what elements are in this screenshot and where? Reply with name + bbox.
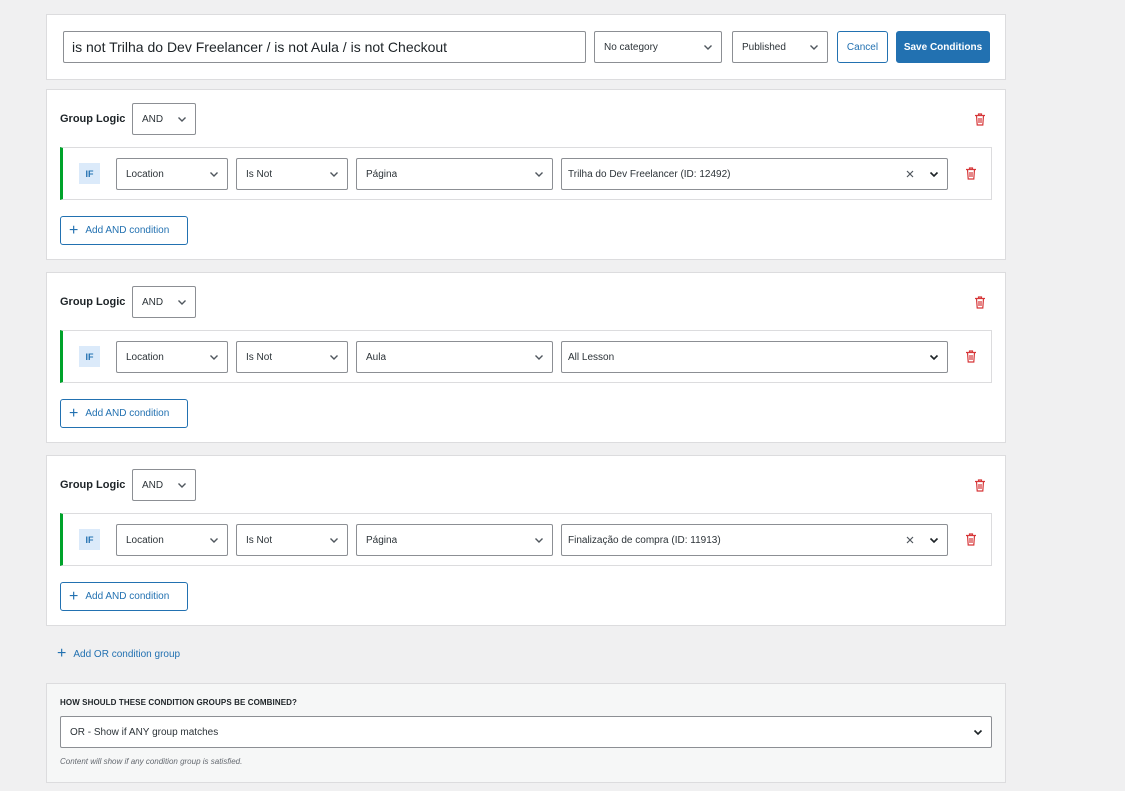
status-select-value: Published <box>742 41 786 53</box>
condition-value-text: Trilha do Dev Freelancer (ID: 12492) <box>568 168 731 180</box>
delete-condition-trash-icon[interactable] <box>965 533 977 546</box>
condition-type-select[interactable]: Página <box>356 158 553 190</box>
condition-group: Group Logic AND IF Location Is Not Págin… <box>46 455 1006 626</box>
add-and-condition-button[interactable]: + Add AND condition <box>60 399 188 428</box>
condition-field-select[interactable]: Location <box>116 524 228 556</box>
condition-field-value: Location <box>126 168 164 180</box>
if-badge: IF <box>79 346 100 367</box>
combine-groups-heading: HOW SHOULD THESE CONDITION GROUPS BE COM… <box>60 698 298 707</box>
add-and-condition-label: Add AND condition <box>85 408 170 419</box>
chevron-down-icon <box>210 172 218 177</box>
add-or-condition-group-button[interactable]: + Add OR condition group <box>57 645 180 663</box>
group-logic-select[interactable]: AND <box>132 103 196 135</box>
condition-value-text: All Lesson <box>568 351 615 363</box>
group-logic-select[interactable]: AND <box>132 469 196 501</box>
condition-value-select[interactable]: Finalização de compra (ID: 11913) <box>561 524 948 556</box>
condition-field-select[interactable]: Location <box>116 341 228 373</box>
chevron-down-icon <box>330 538 338 543</box>
add-and-condition-button[interactable]: + Add AND condition <box>60 216 188 245</box>
condition-field-select[interactable]: Location <box>116 158 228 190</box>
chevron-down-icon <box>178 117 186 122</box>
delete-condition-trash-icon[interactable] <box>965 167 977 180</box>
delete-group-trash-icon[interactable] <box>974 479 986 492</box>
chevron-down-icon <box>929 354 939 361</box>
group-logic-value: AND <box>142 296 164 308</box>
group-logic-select[interactable]: AND <box>132 286 196 318</box>
chevron-down-icon <box>178 300 186 305</box>
condition-operator-value: Is Not <box>246 534 273 546</box>
condition-row: IF Location Is Not Página Finalização de… <box>60 513 992 566</box>
header-panel: is not Trilha do Dev Freelancer / is not… <box>46 14 1006 80</box>
group-logic-label: Group Logic <box>60 113 126 125</box>
combine-groups-panel: HOW SHOULD THESE CONDITION GROUPS BE COM… <box>46 683 1006 783</box>
condition-group: Group Logic AND IF Location Is Not Págin… <box>46 89 1006 260</box>
chevron-down-icon <box>330 172 338 177</box>
chevron-down-icon <box>535 355 543 360</box>
chevron-down-icon <box>210 538 218 543</box>
chevron-down-icon <box>810 45 818 50</box>
chevron-down-icon <box>704 45 712 50</box>
plus-icon: + <box>69 587 79 605</box>
add-and-condition-label: Add AND condition <box>85 225 170 236</box>
add-and-condition-label: Add AND condition <box>85 591 170 602</box>
delete-group-trash-icon[interactable] <box>974 296 986 309</box>
condition-field-value: Location <box>126 534 164 546</box>
condition-row: IF Location Is Not Página Trilha do Dev … <box>60 147 992 200</box>
add-and-condition-button[interactable]: + Add AND condition <box>60 582 188 611</box>
title-input[interactable]: is not Trilha do Dev Freelancer / is not… <box>63 31 586 63</box>
chevron-down-icon <box>330 355 338 360</box>
condition-group: Group Logic AND IF Location Is Not Aula … <box>46 272 1006 443</box>
plus-icon: + <box>57 645 67 662</box>
combine-groups-help-text: Content will show if any condition group… <box>60 757 243 766</box>
add-or-condition-group-label: Add OR condition group <box>73 648 181 660</box>
condition-type-select[interactable]: Página <box>356 524 553 556</box>
status-select[interactable]: Published <box>732 31 828 63</box>
condition-operator-select[interactable]: Is Not <box>236 524 348 556</box>
if-badge: IF <box>79 163 100 184</box>
chevron-down-icon <box>929 171 939 178</box>
condition-row: IF Location Is Not Aula All Lesson <box>60 330 992 383</box>
group-logic-label: Group Logic <box>60 479 126 491</box>
condition-type-value: Página <box>366 168 398 180</box>
category-select-value: No category <box>604 41 658 53</box>
delete-condition-trash-icon[interactable] <box>965 350 977 363</box>
save-conditions-button[interactable]: Save Conditions <box>896 31 990 63</box>
close-icon[interactable] <box>903 167 917 181</box>
chevron-down-icon <box>535 538 543 543</box>
chevron-down-icon <box>178 483 186 488</box>
condition-field-value: Location <box>126 351 164 363</box>
condition-value-text: Finalização de compra (ID: 11913) <box>568 534 721 546</box>
title-input-value: is not Trilha do Dev Freelancer / is not… <box>72 39 448 55</box>
condition-operator-value: Is Not <box>246 351 273 363</box>
condition-operator-value: Is Not <box>246 168 273 180</box>
combine-groups-select-value: OR - Show if ANY group matches <box>70 726 219 738</box>
condition-type-value: Página <box>366 534 398 546</box>
plus-icon: + <box>69 221 79 239</box>
chevron-down-icon <box>929 537 939 544</box>
condition-operator-select[interactable]: Is Not <box>236 158 348 190</box>
group-logic-label: Group Logic <box>60 296 126 308</box>
group-logic-value: AND <box>142 113 164 125</box>
chevron-down-icon <box>210 355 218 360</box>
plus-icon: + <box>69 404 79 422</box>
chevron-down-icon <box>973 729 983 736</box>
condition-type-value: Aula <box>366 351 387 363</box>
category-select[interactable]: No category <box>594 31 722 63</box>
cancel-button[interactable]: Cancel <box>837 31 888 63</box>
condition-value-select[interactable]: Trilha do Dev Freelancer (ID: 12492) <box>561 158 948 190</box>
chevron-down-icon <box>535 172 543 177</box>
close-icon[interactable] <box>903 533 917 547</box>
delete-group-trash-icon[interactable] <box>974 113 986 126</box>
if-badge: IF <box>79 529 100 550</box>
group-logic-value: AND <box>142 479 164 491</box>
condition-operator-select[interactable]: Is Not <box>236 341 348 373</box>
condition-value-select[interactable]: All Lesson <box>561 341 948 373</box>
combine-groups-select[interactable]: OR - Show if ANY group matches <box>60 716 992 748</box>
condition-type-select[interactable]: Aula <box>356 341 553 373</box>
